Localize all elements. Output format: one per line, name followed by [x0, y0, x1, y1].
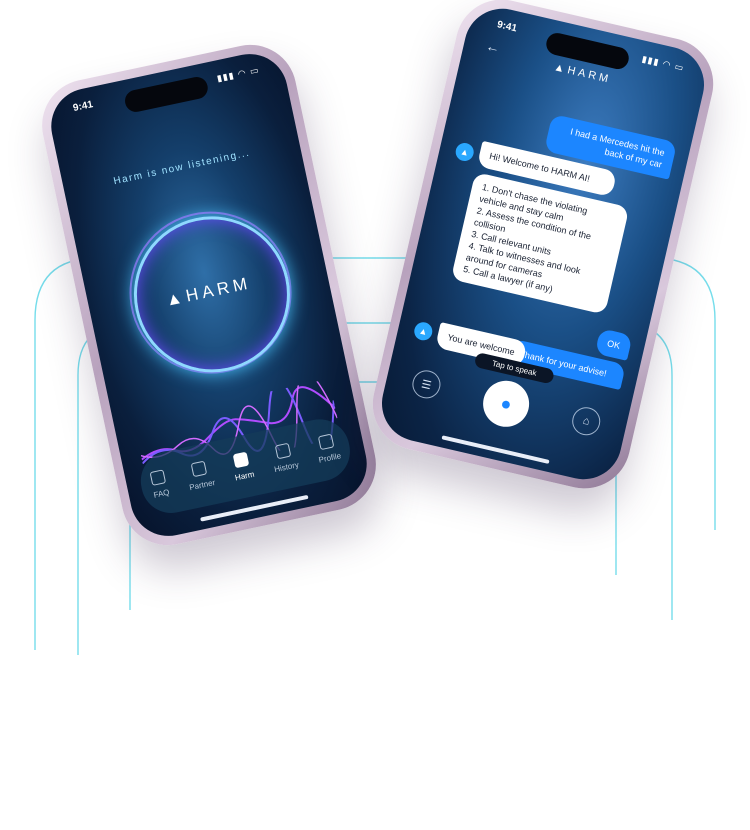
- home-button-icon[interactable]: ⌂: [569, 404, 604, 439]
- tab-label: Partner: [188, 477, 217, 493]
- history-icon: [274, 442, 292, 460]
- listening-status: Harm is now listening...: [112, 147, 252, 188]
- tab-partner[interactable]: Partner: [185, 459, 216, 492]
- microphone-button[interactable]: ●: [478, 376, 534, 432]
- home-icon: [232, 451, 250, 469]
- microphone-icon: ●: [498, 392, 514, 415]
- keyboard-icon[interactable]: ☰: [409, 367, 444, 402]
- tab-label: FAQ: [152, 487, 171, 500]
- harm-bot-avatar-icon: ▲: [453, 141, 476, 163]
- partner-icon: [190, 460, 208, 478]
- signal-wifi-battery-icon: ▮▮▮ ◠ ▭: [640, 53, 686, 74]
- faq-icon: [149, 469, 167, 486]
- tab-label: Profile: [317, 451, 342, 465]
- status-time: 9:41: [72, 99, 95, 115]
- tab-faq[interactable]: FAQ: [149, 469, 170, 500]
- dynamic-island: [123, 74, 210, 114]
- harm-logo-text: HARM: [566, 64, 613, 86]
- chat-message-user: OK: [594, 328, 633, 361]
- tab-harm[interactable]: Harm: [230, 451, 255, 482]
- tab-history[interactable]: History: [269, 442, 300, 475]
- status-time: 9:41: [495, 19, 518, 35]
- tab-profile[interactable]: Profile: [314, 433, 342, 465]
- tab-label: Harm: [234, 469, 256, 483]
- signal-wifi-battery-icon: ▮▮▮ ◠ ▭: [215, 64, 261, 84]
- profile-icon: [318, 433, 335, 451]
- home-indicator: [441, 435, 550, 464]
- tab-label: History: [273, 460, 300, 475]
- harm-bot-avatar-icon: ▲: [412, 320, 435, 343]
